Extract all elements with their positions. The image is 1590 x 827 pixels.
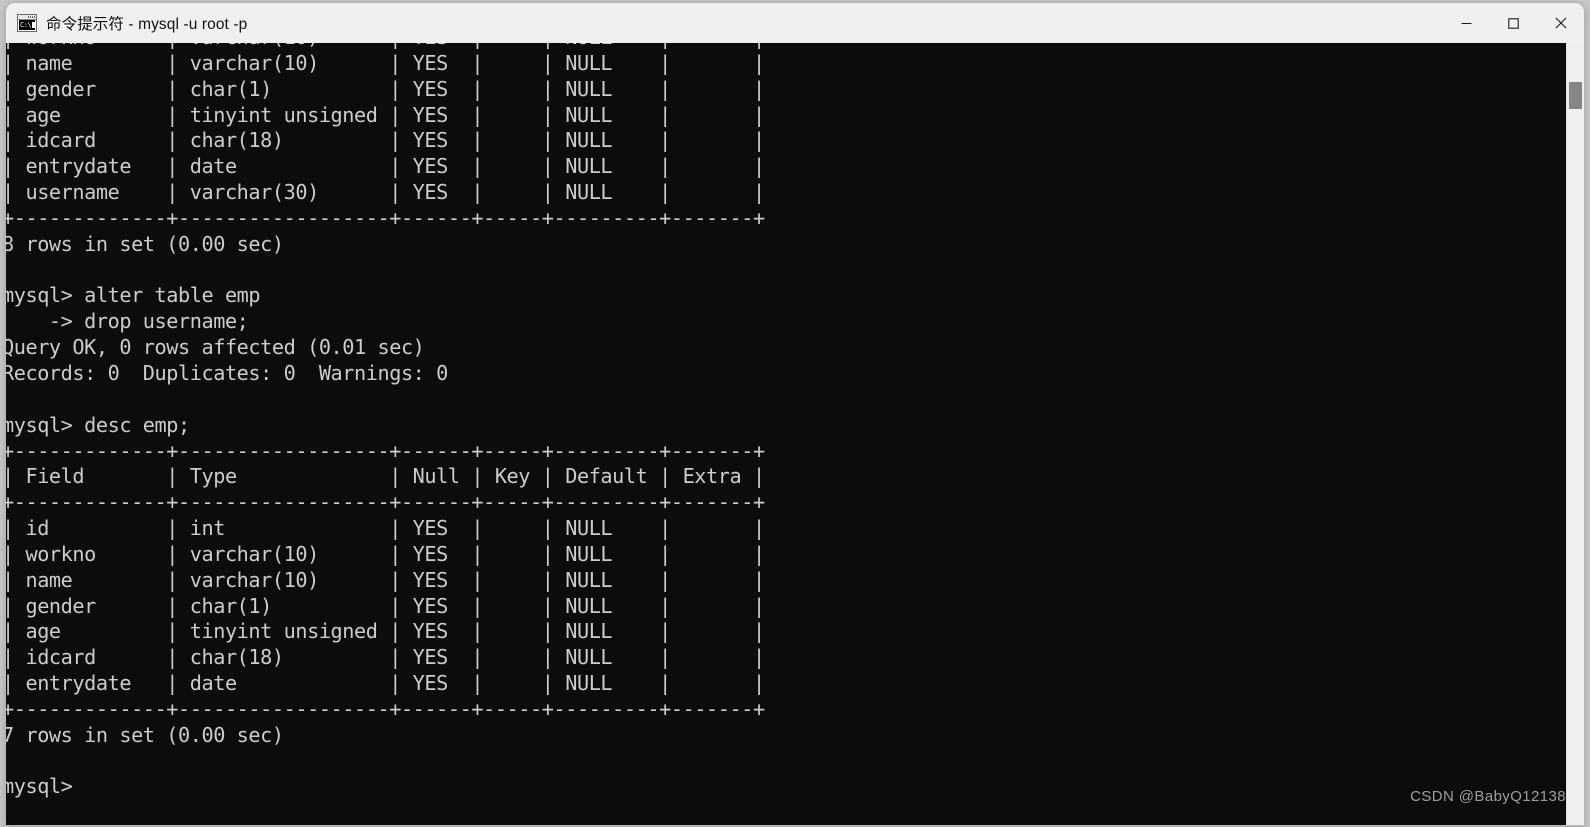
cmd-icon-cursor [32, 22, 35, 28]
cmd-icon: C:\ [17, 14, 37, 32]
console-output-surface[interactable]: | workno | varchar(10) | YES | | NULL | … [6, 43, 1566, 825]
window-title: 命令提示符 - mysql -u root -p [46, 16, 248, 33]
cmd-icon-text: C:\ [20, 21, 32, 29]
window-titlebar[interactable]: C:\ 命令提示符 - mysql -u root -p [6, 3, 1584, 43]
vertical-scrollbar-thumb[interactable] [1569, 82, 1582, 109]
maximize-button[interactable] [1490, 3, 1537, 43]
close-button[interactable] [1537, 3, 1584, 43]
console-output-text: | workno | varchar(10) | YES | | NULL | … [6, 43, 765, 799]
command-prompt-window: C:\ 命令提示符 - mysql -u root -p | name | va… [6, 3, 1584, 825]
titlebar-left: C:\ 命令提示符 - mysql -u root -p [6, 3, 1443, 43]
cmd-icon-screen: C:\ [19, 20, 35, 30]
terminal-area: | workno | varchar(10) | YES | | NULL | … [6, 43, 1584, 825]
minimize-button[interactable] [1443, 3, 1490, 43]
screen: C:\ 命令提示符 - mysql -u root -p | name | va… [0, 0, 1590, 827]
window-controls [1443, 3, 1584, 43]
vertical-scrollbar[interactable] [1566, 43, 1584, 825]
